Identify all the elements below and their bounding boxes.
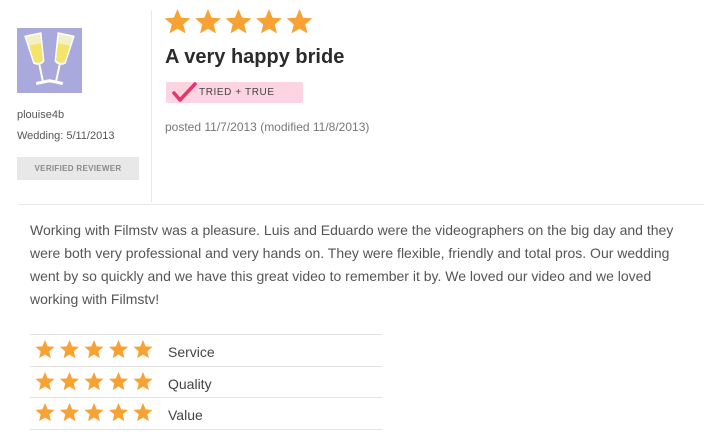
review-title: A very happy bride [165,46,345,68]
rating-label-value: Value [168,407,203,423]
badge-label: TRIED + TRUE [199,87,275,98]
wedding-date: Wedding: 5/11/2013 [17,130,115,142]
quality-star-icon-4 [108,372,129,391]
reviewer-name[interactable]: plouise4b [17,109,64,121]
service-star-icon-1 [35,340,55,359]
rating-bottom-divider [30,429,382,430]
horizontal-divider [18,204,704,205]
tried-true-badge: TRIED + TRUE [166,82,303,103]
rating-row-quality: Quality [30,366,382,397]
checkmark-icon [172,82,197,102]
service-star-icon-2 [59,340,80,359]
value-stars [35,403,153,422]
posted-date: posted 11/7/2013 (modified 11/8/2013) [165,120,370,134]
quality-star-icon-3 [84,372,104,391]
verified-reviewer-badge: VERIFIED REVIEWER [17,157,139,180]
vertical-divider [151,10,152,202]
overall-star-icon-4 [256,9,282,34]
review-body: Working with Filmstv was a pleasure. Lui… [30,222,674,307]
rating-row-value: Value [30,397,382,428]
reviewer-avatar [17,28,82,93]
overall-star-icon-3 [225,9,252,34]
quality-star-icon-2 [59,372,80,391]
champagne-glasses-icon [17,28,82,93]
service-stars [35,340,153,359]
overall-star-icon-1 [164,9,191,34]
service-star-icon-5 [133,340,153,359]
overall-rating-stars [164,9,313,34]
overall-star-icon-2 [195,9,221,34]
quality-stars [35,372,153,391]
quality-star-icon-5 [133,372,153,391]
value-star-icon-3 [84,403,104,422]
overall-star-icon-5 [286,9,313,34]
rating-label-service: Service [168,344,215,360]
value-star-icon-2 [59,403,80,422]
rating-label-quality: Quality [168,376,212,392]
value-star-icon-1 [35,403,55,422]
value-star-icon-5 [133,403,153,422]
quality-star-icon-1 [35,372,55,391]
service-star-icon-4 [108,340,129,359]
value-star-icon-4 [108,403,129,422]
service-star-icon-3 [84,340,104,359]
rating-row-service: Service [30,334,382,365]
